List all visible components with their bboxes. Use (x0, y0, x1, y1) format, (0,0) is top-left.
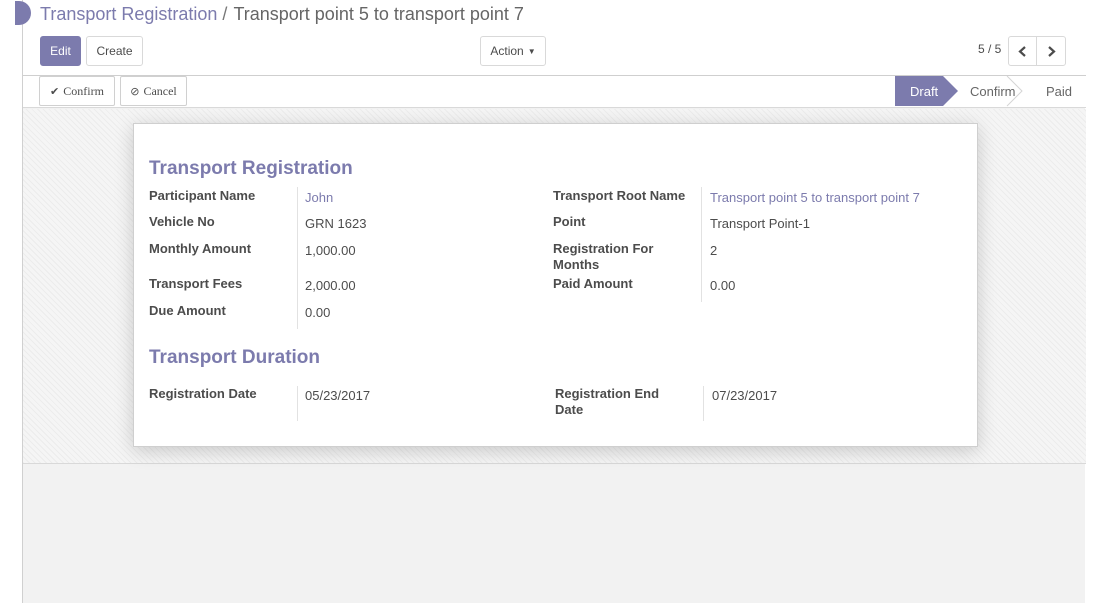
stage-paid[interactable]: Paid (1046, 76, 1072, 106)
form-sheet: Transport Registration Participant Name … (133, 123, 978, 447)
transport-fees-value: 2,000.00 (305, 278, 356, 293)
cancel-button[interactable]: ⊘ Cancel (120, 76, 187, 106)
registration-end-date-label: Registration End Date (555, 386, 660, 417)
pager-value: 5 / 5 (978, 42, 1002, 56)
right-group-divider (701, 187, 702, 302)
breadcrumb-current: Transport point 5 to transport point 7 (233, 4, 524, 24)
point-value: Transport Point-1 (710, 216, 810, 231)
statusbar: ✔ Confirm ⊘ Cancel Draft Confirm Paid (23, 76, 1086, 108)
app-switcher-indicator (15, 1, 31, 25)
cancel-button-label: Cancel (143, 83, 177, 98)
app-container: Transport Registration / Transport point 5… (15, 0, 1086, 603)
check-icon: ✔ (50, 84, 60, 98)
caret-down-icon: ▼ (527, 46, 536, 56)
edit-button[interactable]: Edit (40, 36, 81, 66)
transport-root-name-label: Transport Root Name (553, 188, 686, 203)
registration-for-months-value: 2 (710, 243, 718, 258)
stage-draft[interactable]: Draft (896, 76, 944, 106)
paid-amount-value: 0.00 (710, 278, 736, 293)
create-button[interactable]: Create (86, 36, 143, 66)
registration-for-months-label: Registration For Months (553, 241, 654, 272)
section-title-duration: Transport Duration (149, 347, 321, 368)
action-dropdown[interactable]: Action ▼ (480, 36, 546, 66)
monthly-amount-value: 1,000.00 (305, 243, 356, 258)
confirm-button-label: Confirm (63, 83, 104, 98)
transport-root-name-value[interactable]: Transport point 5 to transport point 7 (710, 190, 920, 206)
chevron-left-icon (1018, 45, 1026, 57)
breadcrumb-separator: / (222, 4, 228, 24)
ban-icon: ⊘ (130, 84, 140, 98)
section-title-registration: Transport Registration (149, 158, 353, 179)
duration-right-divider (703, 386, 704, 421)
due-amount-label: Due Amount (149, 303, 226, 318)
registration-end-date-value: 07/23/2017 (712, 388, 778, 403)
chevron-right-icon (1047, 45, 1056, 57)
left-group-divider (297, 187, 298, 329)
point-label: Point (553, 214, 586, 229)
paid-amount-label: Paid Amount (553, 276, 633, 291)
monthly-amount-label: Monthly Amount (149, 241, 252, 256)
duration-left-divider (297, 386, 298, 421)
control-panel: Transport Registration / Transport point 5… (15, 0, 1086, 76)
participant-name-value[interactable]: John (305, 190, 333, 206)
transport-fees-label: Transport Fees (149, 276, 243, 291)
pager-next-button[interactable] (1036, 36, 1066, 66)
registration-date-label: Registration Date (149, 386, 257, 401)
stage-confirm[interactable]: Confirm (970, 76, 1016, 106)
form-background: Transport Registration Participant Name … (23, 109, 1086, 464)
due-amount-value: 0.00 (305, 305, 331, 320)
participant-name-label: Participant Name (149, 188, 256, 203)
pager-previous-button[interactable] (1008, 36, 1037, 66)
registration-date-value: 05/23/2017 (305, 388, 371, 403)
breadcrumb: Transport Registration / Transport point 5… (40, 4, 524, 25)
action-label: Action (490, 44, 524, 58)
confirm-button[interactable]: ✔ Confirm (39, 76, 115, 106)
vehicle-no-label: Vehicle No (149, 214, 215, 229)
breadcrumb-parent-link[interactable]: Transport Registration (40, 4, 217, 24)
vehicle-no-value: GRN 1623 (305, 216, 367, 231)
